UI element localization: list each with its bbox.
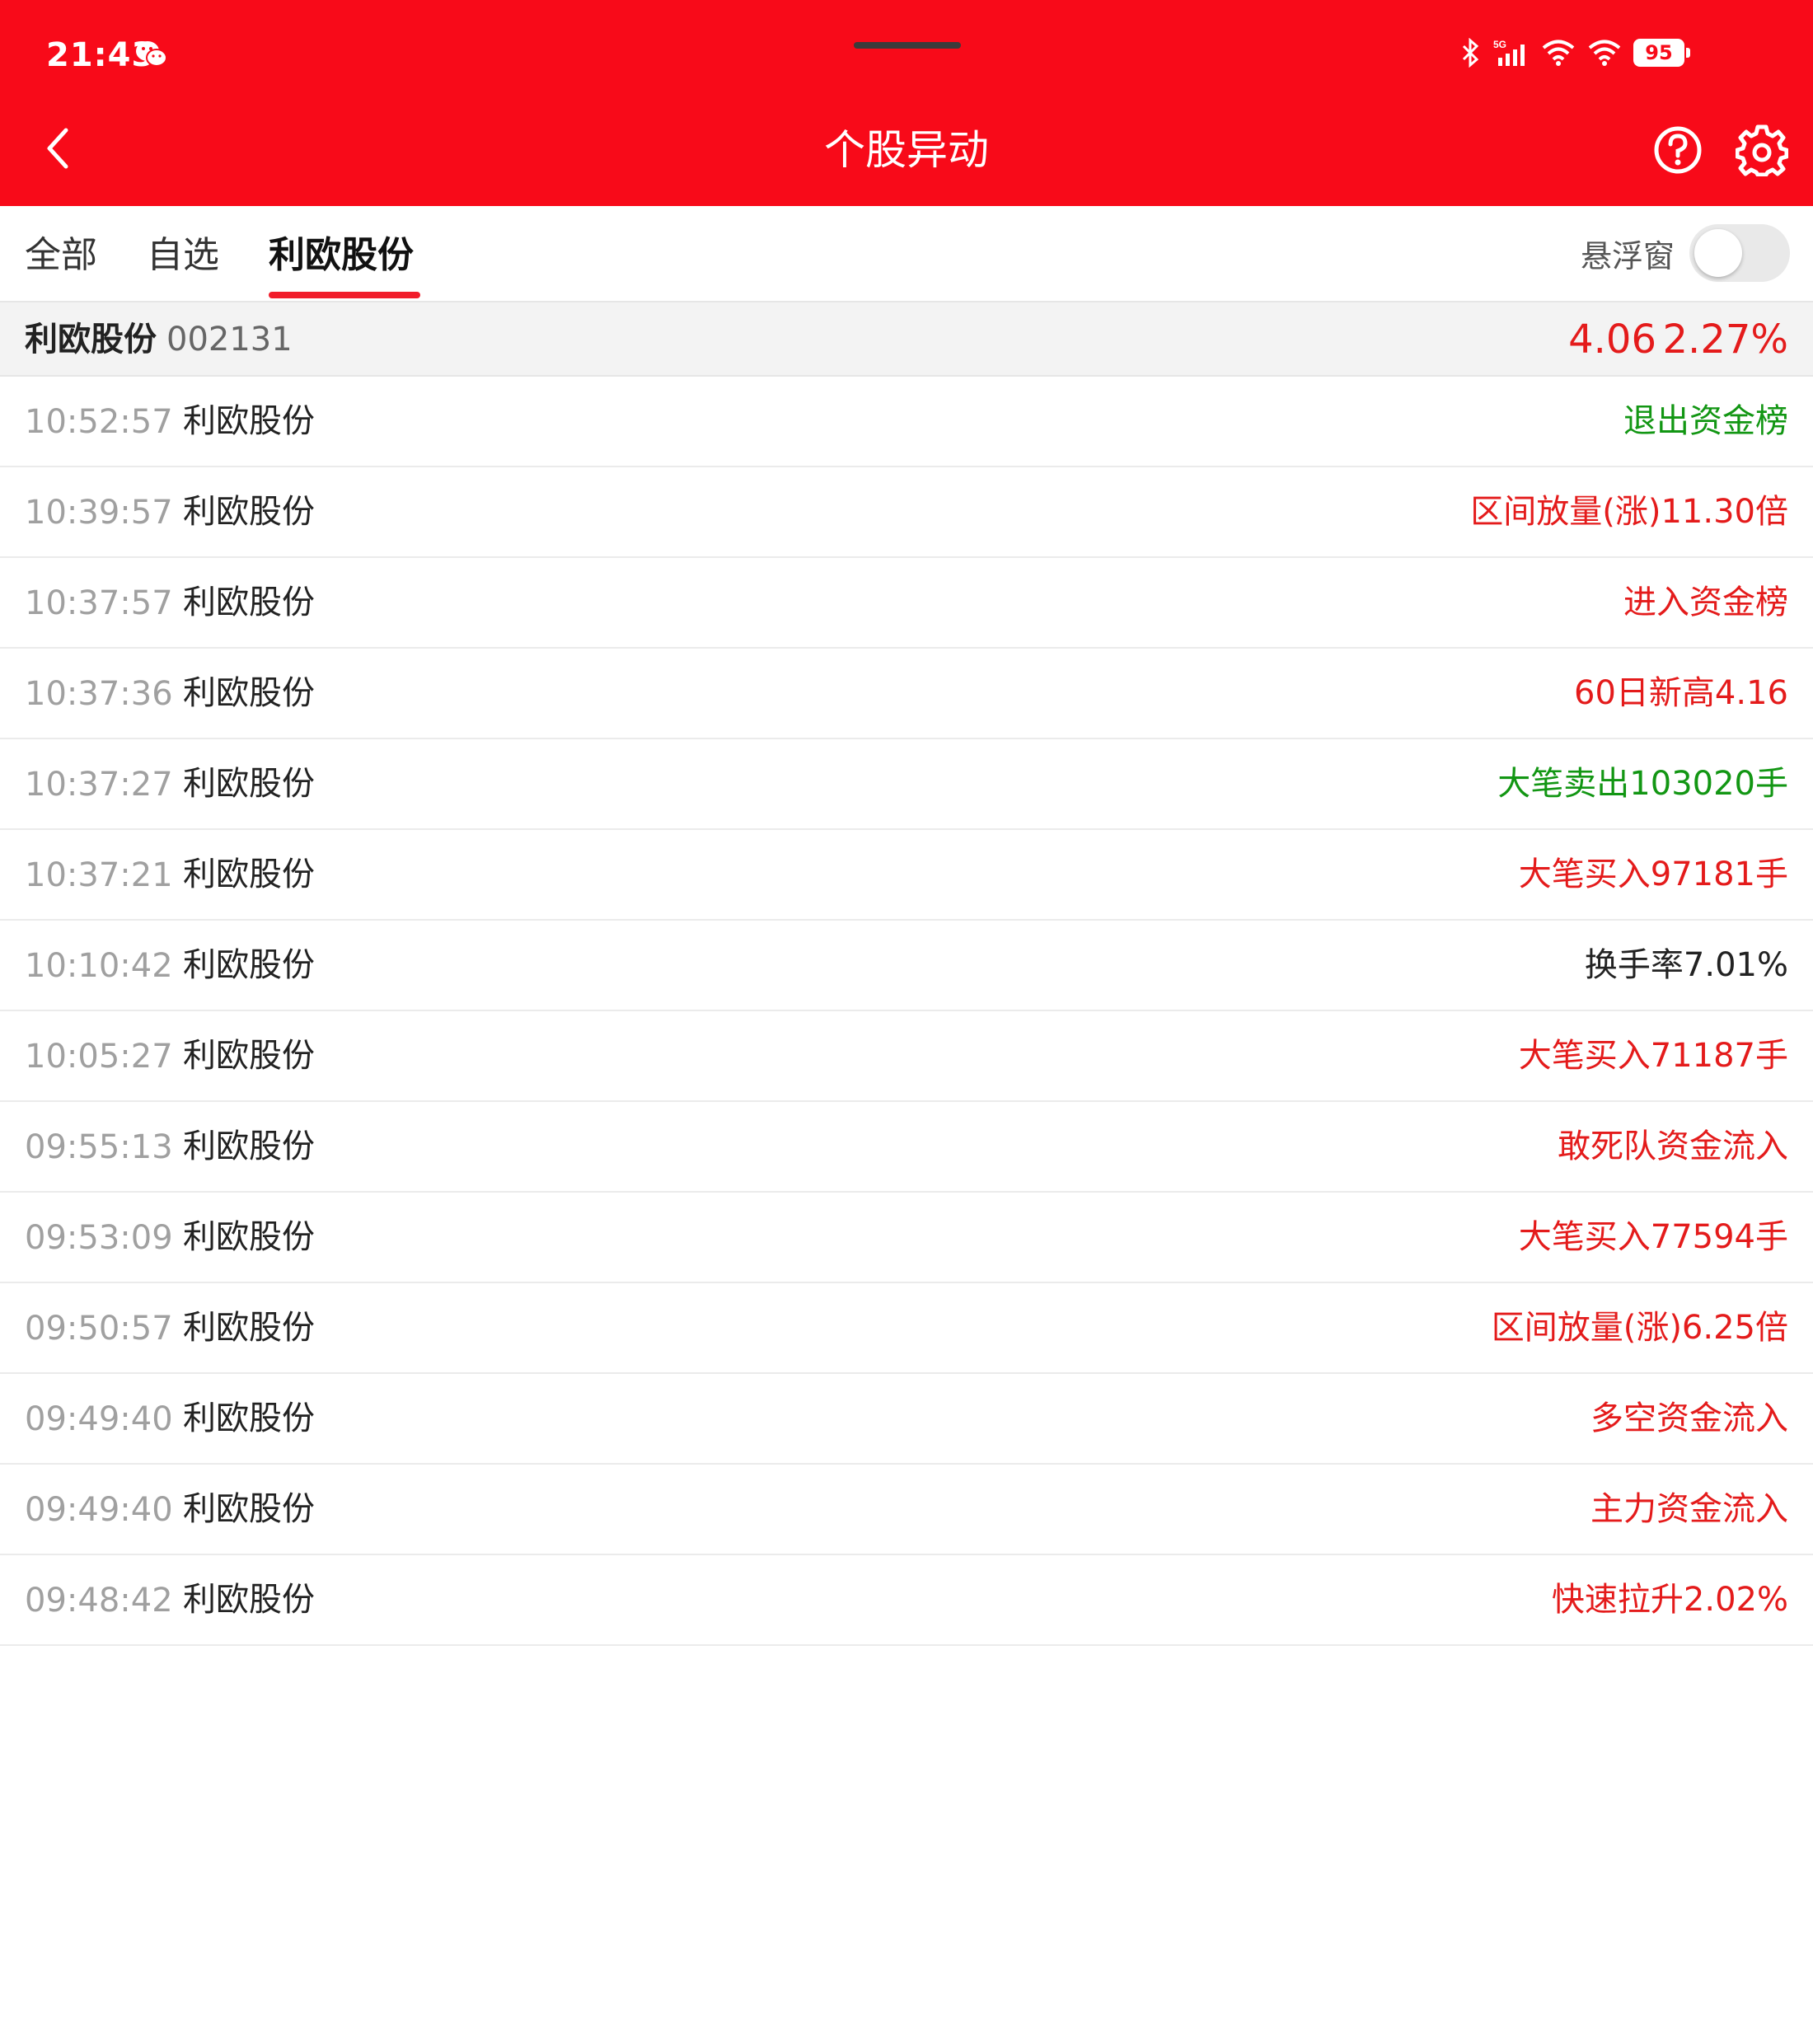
event-stock-name: 利欧股份	[183, 1218, 315, 1256]
list-item[interactable]: 10:52:57 利欧股份 退出资金榜	[0, 377, 1813, 467]
event-description: 多空资金流入	[1590, 1399, 1788, 1437]
float-window-toggle[interactable]	[1689, 224, 1790, 282]
svg-text:5G: 5G	[1493, 39, 1506, 50]
event-description: 进入资金榜	[1623, 584, 1788, 621]
bluetooth-icon	[1462, 38, 1479, 68]
stock-summary[interactable]: 利欧股份 002131 4.06 2.27%	[0, 301, 1813, 377]
event-time: 10:37:27	[25, 766, 173, 804]
notch-handle	[854, 42, 961, 49]
active-tab-indicator	[269, 292, 420, 298]
event-stock-name: 利欧股份	[183, 674, 315, 712]
wechat-icon	[136, 41, 167, 67]
help-icon[interactable]	[1653, 125, 1703, 175]
event-time: 10:10:42	[25, 947, 173, 985]
list-item[interactable]: 09:53:09 利欧股份 大笔买入77594手	[0, 1193, 1813, 1283]
list-item[interactable]: 10:37:21 利欧股份 大笔买入97181手	[0, 830, 1813, 921]
event-list: 10:52:57 利欧股份 退出资金榜 10:39:57 利欧股份 区间放量(涨)11.…	[0, 377, 1813, 1646]
event-stock-name: 利欧股份	[183, 856, 315, 893]
list-item[interactable]: 10:10:42 利欧股份 换手率7.01%	[0, 921, 1813, 1011]
list-item[interactable]: 09:49:40 利欧股份 多空资金流入	[0, 1374, 1813, 1465]
list-item[interactable]: 10:37:27 利欧股份 大笔卖出103020手	[0, 739, 1813, 830]
event-description: 主力资金流入	[1590, 1490, 1788, 1528]
event-description: 大笔买入77594手	[1518, 1218, 1788, 1256]
float-window-label: 悬浮窗	[1580, 238, 1675, 274]
stock-code: 002131	[166, 321, 293, 359]
event-time: 09:55:13	[25, 1128, 173, 1166]
event-stock-name: 利欧股份	[183, 402, 315, 440]
list-item[interactable]: 10:05:27 利欧股份 大笔买入71187手	[0, 1011, 1813, 1102]
list-item[interactable]: 09:50:57 利欧股份 区间放量(涨)6.25倍	[0, 1283, 1813, 1374]
event-description: 大笔卖出103020手	[1497, 765, 1788, 803]
event-time: 10:52:57	[25, 403, 173, 441]
event-stock-name: 利欧股份	[183, 1581, 315, 1619]
event-description: 快速拉升2.02%	[1551, 1581, 1788, 1619]
list-item[interactable]: 09:48:42 利欧股份 快速拉升2.02%	[0, 1555, 1813, 1646]
list-item[interactable]: 10:37:57 利欧股份 进入资金榜	[0, 558, 1813, 649]
event-time: 10:37:36	[25, 675, 173, 713]
stock-name: 利欧股份	[25, 321, 157, 359]
event-time: 10:37:21	[25, 856, 173, 894]
tab-all[interactable]: 全部	[25, 232, 97, 279]
list-item[interactable]: 09:55:13 利欧股份 敢死队资金流入	[0, 1102, 1813, 1193]
event-time: 09:50:57	[25, 1310, 173, 1348]
signal-5g-icon: 5G	[1493, 39, 1525, 66]
event-time: 09:53:09	[25, 1219, 173, 1257]
list-item[interactable]: 10:39:57 利欧股份 区间放量(涨)11.30倍	[0, 467, 1813, 558]
stock-price: 4.06	[1568, 316, 1656, 363]
event-description: 大笔买入71187手	[1518, 1037, 1788, 1075]
event-time: 09:48:42	[25, 1582, 173, 1620]
event-time: 09:49:40	[25, 1400, 173, 1438]
event-stock-name: 利欧股份	[183, 584, 315, 621]
page-title: 个股异动	[824, 126, 989, 174]
stock-change-percent: 2.27%	[1662, 316, 1788, 363]
wifi-icon	[1542, 40, 1575, 66]
event-stock-name: 利欧股份	[183, 1309, 315, 1347]
event-stock-name: 利欧股份	[183, 1490, 315, 1528]
battery-icon: 95	[1633, 39, 1690, 67]
app-header: 21:43 5G 95 个股异动	[0, 0, 1813, 206]
list-item[interactable]: 10:37:36 利欧股份 60日新高4.16	[0, 649, 1813, 739]
event-description: 区间放量(涨)6.25倍	[1491, 1309, 1788, 1347]
event-time: 09:49:40	[25, 1491, 173, 1529]
wifi-icon-secondary	[1588, 40, 1621, 66]
event-stock-name: 利欧股份	[183, 493, 315, 531]
event-description: 区间放量(涨)11.30倍	[1470, 493, 1788, 531]
event-description: 敢死队资金流入	[1558, 1127, 1788, 1165]
status-icons: 5G 95	[1459, 38, 1690, 68]
event-stock-name: 利欧股份	[183, 1127, 315, 1165]
toggle-knob	[1694, 229, 1742, 277]
gear-icon[interactable]	[1736, 124, 1788, 176]
tab-stock[interactable]: 利欧股份	[269, 232, 414, 279]
event-time: 10:37:57	[25, 584, 173, 622]
event-stock-name: 利欧股份	[183, 946, 315, 984]
event-description: 退出资金榜	[1623, 402, 1788, 440]
tab-bar: 全部 自选 利欧股份 悬浮窗	[0, 206, 1813, 301]
event-stock-name: 利欧股份	[183, 1399, 315, 1437]
list-item[interactable]: 09:49:40 利欧股份 主力资金流入	[0, 1465, 1813, 1555]
event-stock-name: 利欧股份	[183, 1037, 315, 1075]
event-time: 10:05:27	[25, 1038, 173, 1076]
event-stock-name: 利欧股份	[183, 765, 315, 803]
tab-watchlist[interactable]: 自选	[147, 232, 219, 279]
event-time: 10:39:57	[25, 494, 173, 532]
event-description: 换手率7.01%	[1584, 946, 1788, 984]
event-description: 60日新高4.16	[1574, 674, 1788, 712]
event-description: 大笔买入97181手	[1518, 856, 1788, 893]
